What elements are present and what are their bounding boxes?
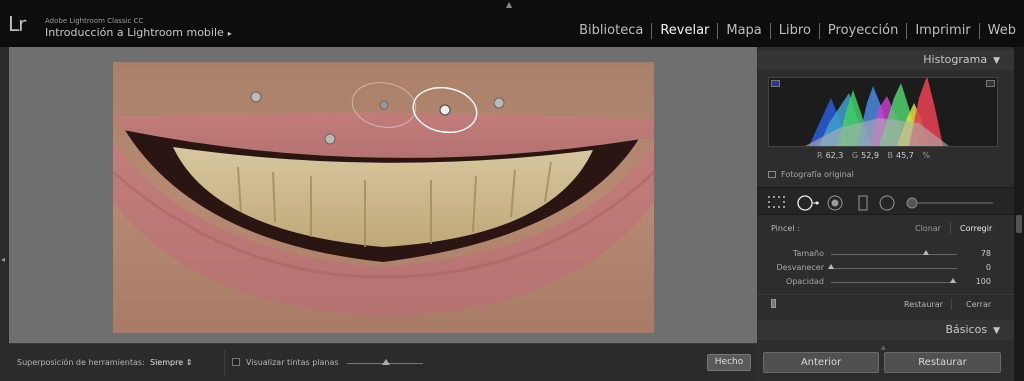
- spot-target-pin[interactable]: [439, 104, 451, 116]
- brush-actions-row: Restaurar Cerrar: [757, 294, 1014, 310]
- top-panel-toggle-icon[interactable]: ▲: [506, 0, 512, 9]
- red-eye-icon[interactable]: [827, 195, 843, 211]
- slider-thumb[interactable]: [950, 278, 956, 283]
- divider: [951, 299, 952, 310]
- top-bar: Lr Adobe Lightroom Classic CC Introducci…: [0, 0, 1024, 47]
- left-panel-toggle-icon[interactable]: ◂: [1, 255, 5, 264]
- photo-image: [113, 62, 654, 333]
- module-libro[interactable]: Libro: [769, 23, 819, 39]
- visualize-checkbox[interactable]: [232, 358, 240, 366]
- overlay-value: Siempre: [150, 358, 184, 367]
- slider-thumb[interactable]: [828, 264, 834, 269]
- feather-slider-row: Desvanecer 0: [757, 261, 1014, 275]
- module-biblioteca[interactable]: Biblioteca: [571, 23, 651, 39]
- slider-value[interactable]: 100: [976, 277, 991, 286]
- image-canvas: [9, 47, 757, 343]
- reset-tool-button[interactable]: Restaurar: [904, 300, 943, 309]
- overlay-label: Superposición de herramientas:: [17, 358, 145, 367]
- r-label: R: [817, 151, 823, 160]
- highlight-clipping-icon[interactable]: [986, 80, 995, 87]
- overlay-select[interactable]: Siempre ⇕: [150, 358, 192, 367]
- module-revelar[interactable]: Revelar: [651, 23, 717, 39]
- size-slider-row: Tamaño 78: [757, 247, 1014, 261]
- right-panel-scrollbar[interactable]: [1014, 47, 1024, 381]
- slider-value[interactable]: 0: [986, 263, 991, 272]
- module-imprimir[interactable]: Imprimir: [906, 23, 978, 39]
- module-proyeccion[interactable]: Proyección: [818, 23, 906, 39]
- lightroom-window: Lr Adobe Lightroom Classic CC Introducci…: [0, 0, 1024, 381]
- catalog-identity[interactable]: Introducción a Lightroom mobile ▸: [45, 26, 232, 39]
- visualize-slider-thumb[interactable]: [382, 359, 390, 365]
- shadow-clipping-icon[interactable]: [771, 80, 780, 87]
- opacity-slider-row: Opacidad 100: [757, 275, 1014, 289]
- module-web[interactable]: Web: [978, 23, 1024, 39]
- rgb-readout: R 62,3 G 52,9 B 45,7 %: [817, 151, 930, 160]
- graduated-filter-icon[interactable]: [857, 195, 869, 211]
- brush-label: Pincel :: [771, 224, 800, 233]
- histogram-header[interactable]: Histograma ▼: [757, 50, 1014, 70]
- b-value: 45,7: [895, 151, 914, 160]
- slider-label: Desvanecer: [776, 263, 825, 272]
- histogram-title: Histograma: [923, 53, 988, 66]
- slider-label: Opacidad: [786, 277, 824, 286]
- spot-pin[interactable]: [493, 97, 505, 109]
- slider-thumb[interactable]: [923, 250, 929, 255]
- slider-value[interactable]: 78: [981, 249, 991, 258]
- radial-filter-icon[interactable]: [879, 195, 895, 211]
- spot-removal-icon[interactable]: [797, 195, 821, 211]
- module-picker: Biblioteca Revelar Mapa Libro Proyección…: [571, 23, 1024, 39]
- collapse-triangle-icon: ▼: [993, 326, 1000, 336]
- visualize-label: Visualizar tintas planas: [246, 358, 339, 367]
- original-photo-label: Fotografía original: [781, 170, 854, 179]
- basics-header[interactable]: Básicos ▼: [757, 320, 1014, 340]
- spot-pin[interactable]: [324, 133, 336, 145]
- app-name: Adobe Lightroom Classic CC: [45, 17, 144, 25]
- module-mapa[interactable]: Mapa: [717, 23, 769, 39]
- slider-track[interactable]: [831, 268, 957, 269]
- spot-pin[interactable]: [250, 91, 262, 103]
- previous-button[interactable]: Anterior: [763, 352, 879, 373]
- histogram: [768, 77, 998, 147]
- crop-grid-icon[interactable]: [767, 195, 787, 209]
- slider-track[interactable]: [831, 254, 957, 255]
- reset-button[interactable]: Restaurar: [884, 352, 1001, 373]
- b-label: B: [887, 151, 893, 160]
- r-value: 62,3: [825, 151, 844, 160]
- left-panel-collapsed: ◂: [0, 47, 9, 381]
- g-label: G: [851, 151, 859, 160]
- g-value: 52,9: [861, 151, 879, 160]
- basics-title: Básicos: [945, 323, 988, 336]
- tool-bar: Superposición de herramientas: Siempre ⇕…: [9, 343, 757, 381]
- catalog-arrow-icon: ▸: [227, 29, 232, 38]
- slider-track[interactable]: [831, 282, 957, 283]
- slider-label: Tamaño: [792, 249, 824, 258]
- original-photo-checkbox[interactable]: [768, 171, 776, 178]
- right-panel: Histograma ▼ R 62,3 G 52,9 B 45,7 % Foto…: [757, 47, 1014, 381]
- brush-mode-row: Pincel : Clonar Corregir: [757, 219, 1014, 237]
- clone-option[interactable]: Clonar: [915, 224, 941, 233]
- scrollbar-thumb[interactable]: [1016, 215, 1022, 233]
- done-button[interactable]: Hecho: [707, 354, 751, 371]
- percent-unit: %: [922, 151, 930, 160]
- collapse-triangle-icon: ▼: [993, 56, 1000, 66]
- close-tool-button[interactable]: Cerrar: [966, 300, 991, 309]
- bottom-panel-toggle-icon[interactable]: ▲: [881, 344, 886, 351]
- updown-icon: ⇕: [185, 358, 193, 367]
- adjustment-brush-slider-icon[interactable]: [905, 195, 995, 211]
- divider: [950, 222, 951, 234]
- histogram-graph: [805, 78, 949, 146]
- develop-tool-strip: [757, 187, 1014, 215]
- tool-toggle-switch[interactable]: [771, 299, 776, 308]
- spot-source-pin[interactable]: [379, 100, 389, 110]
- lightroom-logo: Lr: [8, 12, 26, 36]
- divider: [224, 350, 225, 376]
- catalog-name: Introducción a Lightroom mobile: [45, 26, 224, 39]
- heal-option[interactable]: Corregir: [960, 224, 992, 233]
- photo-smile[interactable]: [113, 62, 654, 333]
